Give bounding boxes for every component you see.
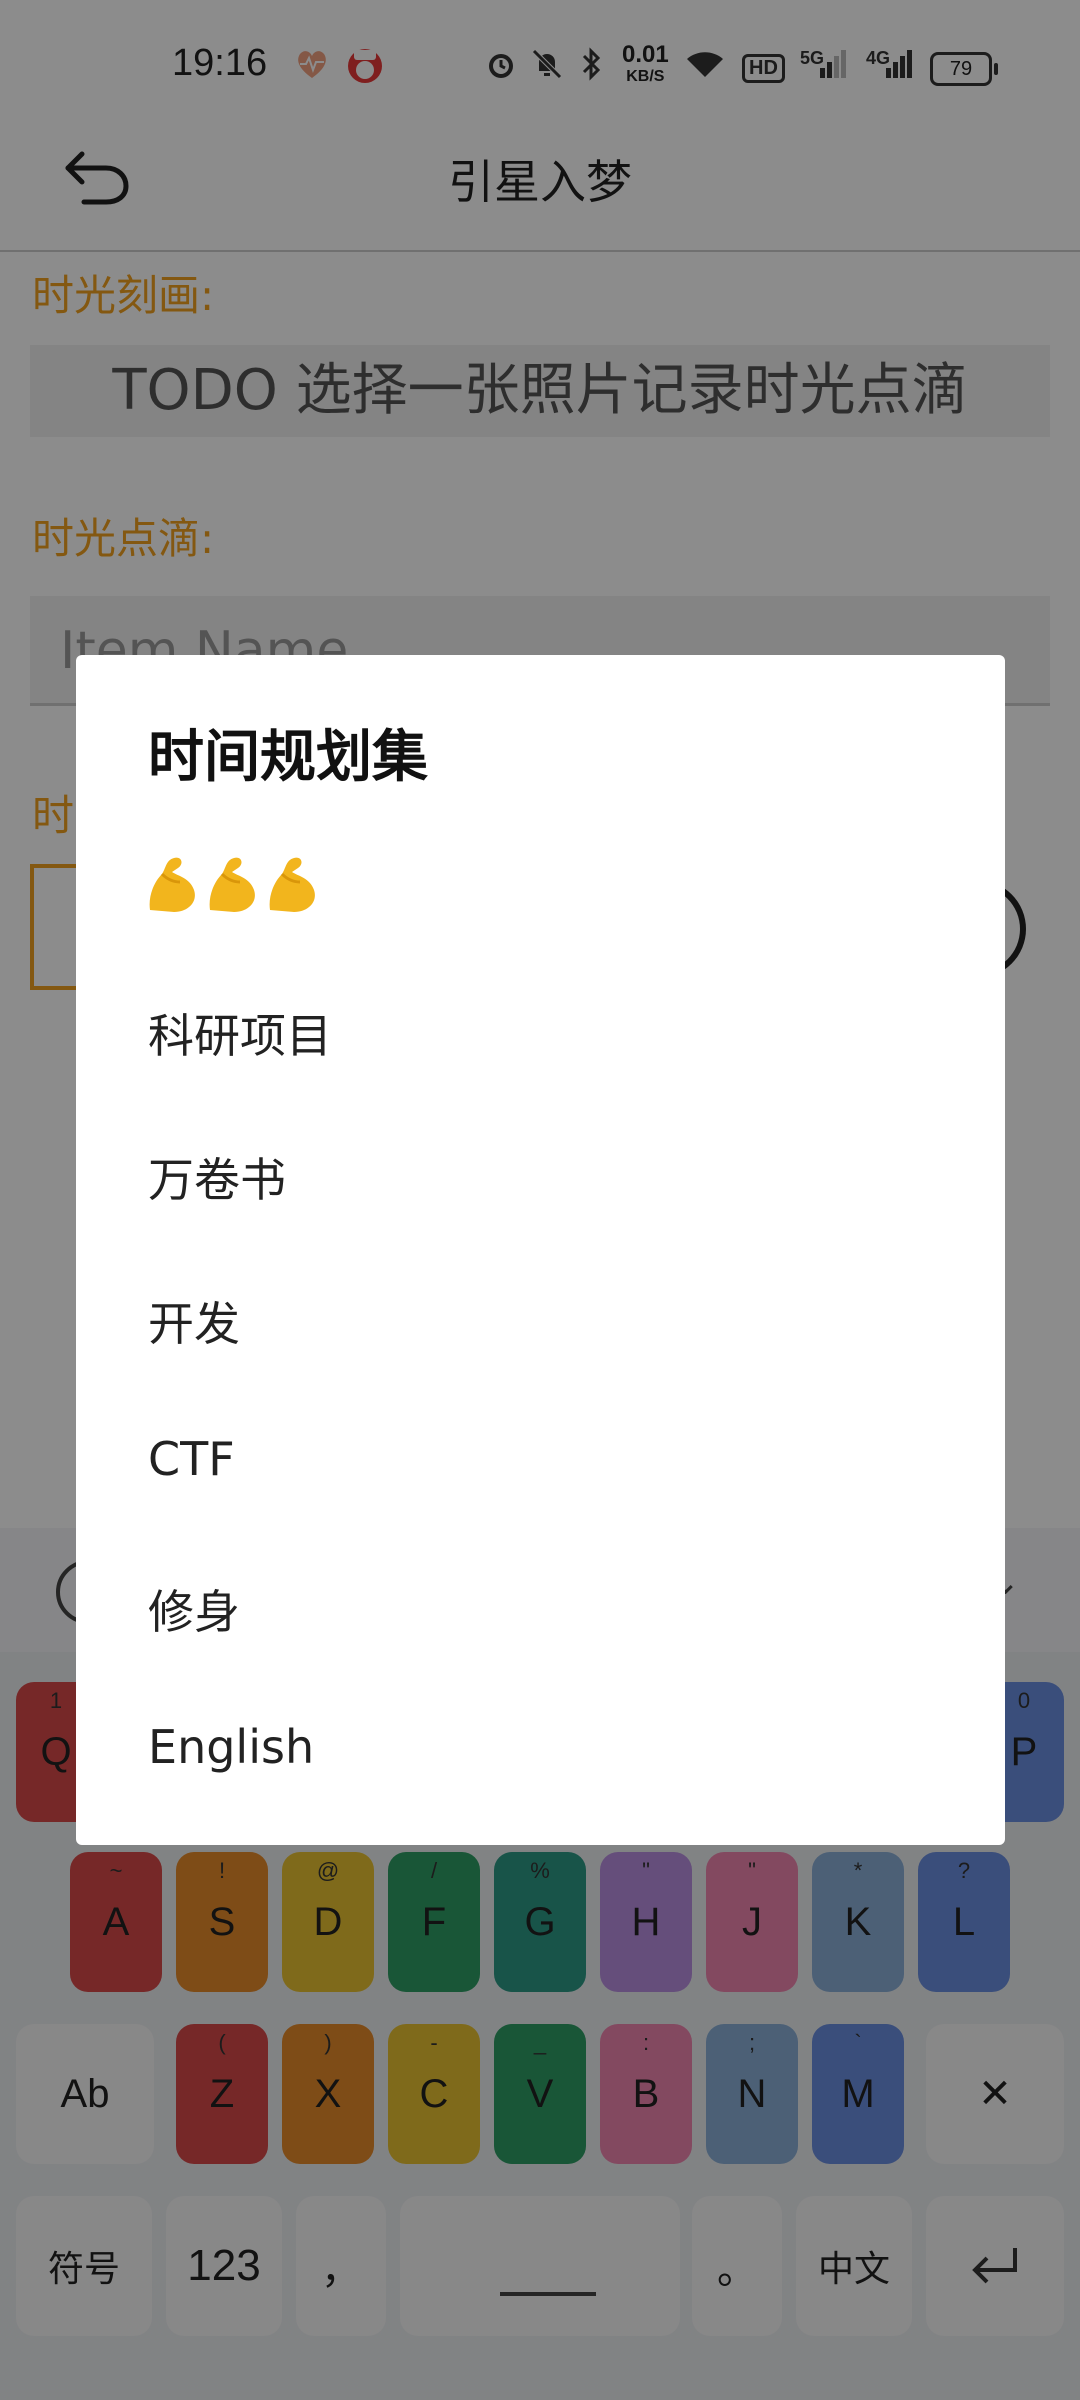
plan-set-dialog — [76, 655, 1005, 1845]
flexed-bicep-icon — [204, 852, 260, 924]
dialog-item-dev[interactable]: 开发 — [148, 1288, 240, 1354]
dialog-item-books[interactable]: 万卷书 — [148, 1144, 286, 1210]
flexed-bicep-icon — [144, 852, 200, 924]
dialog-item-self-cultivation[interactable]: 修身 — [148, 1576, 240, 1642]
dialog-item-research[interactable]: 科研项目 — [148, 1000, 332, 1066]
flexed-bicep-icon — [264, 852, 320, 924]
dialog-title: 时间规划集 — [148, 725, 428, 790]
dialog-item-muscle[interactable] — [144, 852, 320, 924]
dialog-item-english[interactable]: English — [148, 1720, 314, 1774]
dialog-item-ctf[interactable]: CTF — [148, 1432, 235, 1486]
